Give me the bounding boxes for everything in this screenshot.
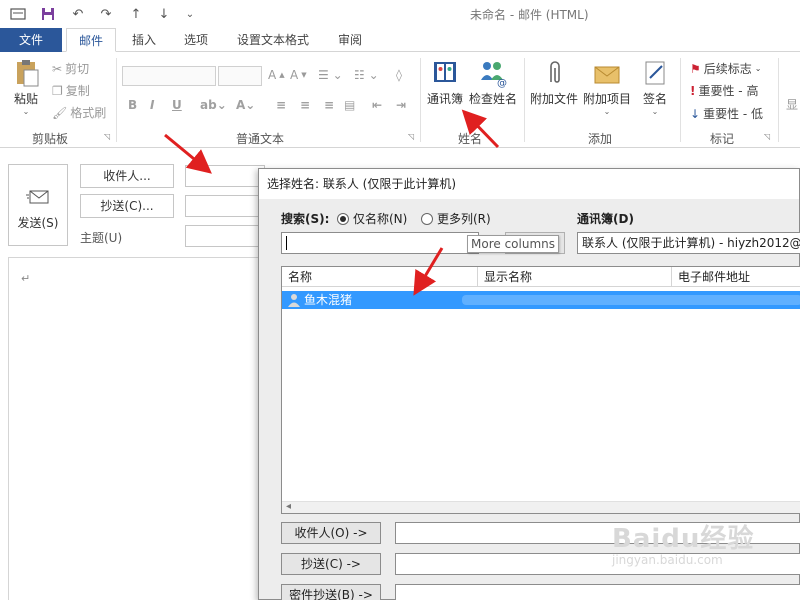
annotation-arrows xyxy=(164,109,500,296)
watermark-main: Baidu经验 xyxy=(612,524,755,554)
watermark-sub: jingyan.baidu.com xyxy=(612,553,723,567)
baidu-watermark: Baidu经验 jingyan.baidu.com xyxy=(612,518,754,567)
arrow-to-contact xyxy=(413,247,444,296)
arrow-to-address-book xyxy=(461,109,500,149)
arrow-to-field xyxy=(164,133,212,174)
